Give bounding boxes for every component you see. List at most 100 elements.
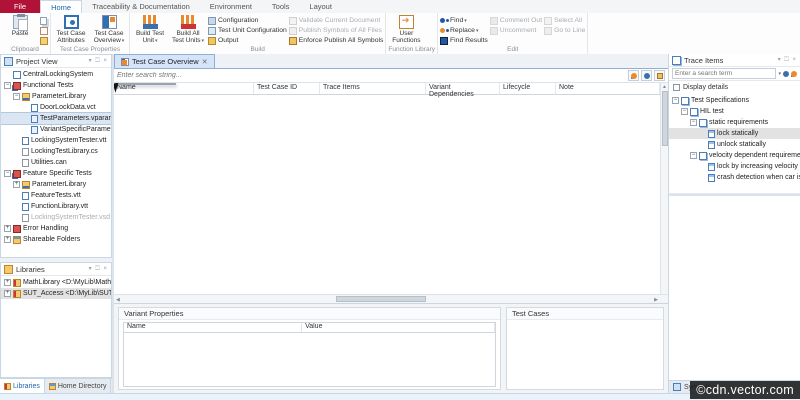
- tree-item[interactable]: −LockingSystemTester.vsd: [1, 212, 111, 223]
- tree-item[interactable]: +Error Handling: [1, 223, 111, 234]
- close-tab-icon[interactable]: ✕: [202, 58, 208, 66]
- horizontal-scrollbar[interactable]: ◀ ▶: [114, 294, 668, 303]
- search-options-button[interactable]: [654, 70, 665, 81]
- col-trace-items[interactable]: Trace Items: [320, 83, 426, 94]
- tree-item[interactable]: −HIL test: [669, 106, 800, 117]
- expand-icon[interactable]: +: [13, 181, 20, 188]
- search-up-icon[interactable]: [791, 71, 797, 77]
- panel-buttons[interactable]: ▾ ⏍ ×: [89, 265, 108, 273]
- copy-icon: [40, 17, 47, 25]
- enforce-publish-button[interactable]: Enforce Publish All Symbols: [289, 36, 384, 45]
- publish-symbols-button[interactable]: Publish Symbols of All Files: [289, 26, 384, 35]
- replace-button[interactable]: Replace▾: [440, 26, 488, 35]
- tree-item[interactable]: +Shareable Folders: [1, 234, 111, 245]
- build-all-test-units-button[interactable]: Build All Test Units▾: [170, 14, 206, 45]
- col-variant-dependencies[interactable]: Variant Dependencies: [426, 83, 500, 94]
- collapse-icon[interactable]: −: [4, 170, 11, 177]
- test-case-overview-button[interactable]: Test Case Overview▾: [91, 14, 127, 45]
- ribbon-tab-file[interactable]: File: [0, 0, 40, 13]
- tree-item[interactable]: −LockingTestLibrary.cs: [1, 146, 111, 157]
- tree-item[interactable]: −Test Specifications: [669, 95, 800, 106]
- collapse-icon[interactable]: −: [13, 93, 20, 100]
- expand-icon[interactable]: +: [4, 236, 11, 243]
- uncomment-button[interactable]: Uncomment: [490, 26, 542, 35]
- tree-item[interactable]: +ParameterLibrary: [1, 179, 111, 190]
- tab-libraries[interactable]: Libraries: [0, 379, 45, 393]
- test-case-attributes-button[interactable]: Test Case Attributes: [53, 14, 89, 45]
- test-cases-title: Test Cases: [507, 308, 663, 320]
- tree-item[interactable]: −Feature Specific Tests: [1, 168, 111, 179]
- tree-item[interactable]: −DoorLockData.vct: [1, 102, 111, 113]
- tree-item[interactable]: −CentralLockingSystem: [1, 69, 111, 80]
- tree-item[interactable]: −crash detection when car is moving: [669, 172, 800, 183]
- tree-item[interactable]: −FeatureTests.vtt: [1, 190, 111, 201]
- validate-current-document-button[interactable]: Validate Current Document: [289, 16, 384, 25]
- col-variant-name[interactable]: Name: [124, 323, 302, 332]
- build-test-unit-button[interactable]: Build Test Unit▾: [132, 14, 168, 45]
- cut-button[interactable]: [40, 26, 48, 35]
- collapse-icon[interactable]: −: [690, 119, 697, 126]
- center-column: Test Case Overview ✕ Name Test Case ID T…: [114, 54, 668, 393]
- tree-item[interactable]: −lock statically: [669, 128, 800, 139]
- scrollbar-thumb[interactable]: [336, 296, 426, 302]
- tab-home-directory[interactable]: Home Directory: [45, 379, 112, 393]
- tree-item[interactable]: −ParameterLibrary: [1, 91, 111, 102]
- find-button[interactable]: Find▾: [440, 16, 488, 25]
- vertical-scrollbar[interactable]: ▲ ▼: [660, 83, 668, 303]
- search-input[interactable]: [117, 72, 626, 79]
- collapse-icon[interactable]: −: [4, 82, 11, 89]
- ribbon-tab-home[interactable]: Home: [40, 0, 82, 13]
- find-next-button[interactable]: [628, 70, 639, 81]
- format-painter-button[interactable]: [40, 36, 48, 45]
- tree-item[interactable]: +SUT_Access <D:\MyLib\SUT_Ac...: [1, 288, 111, 299]
- tree-item[interactable]: −TestParameters.vparam: [1, 113, 111, 124]
- col-test-case-id[interactable]: Test Case ID: [254, 83, 320, 94]
- tree-item[interactable]: −LockingSystemTester.vtt: [1, 135, 111, 146]
- test-unit-configuration-button[interactable]: Test Unit Configuration: [208, 26, 287, 35]
- group-label-edit: Edit: [440, 45, 585, 54]
- ribbon-tab-traceability-documentation[interactable]: Traceability & Documentation: [82, 0, 200, 13]
- tab-test-case-overview[interactable]: Test Case Overview ✕: [114, 54, 215, 68]
- expand-icon[interactable]: +: [4, 279, 11, 286]
- tree-item[interactable]: −FunctionLibrary.vtt: [1, 201, 111, 212]
- find-results-button[interactable]: Find Results: [440, 36, 488, 45]
- tree-item[interactable]: −velocity dependent requirements: [669, 150, 800, 161]
- collapse-icon[interactable]: −: [690, 152, 697, 159]
- col-note[interactable]: Note: [556, 83, 660, 94]
- tree-item[interactable]: −lock by increasing velocity: [669, 161, 800, 172]
- tree-item[interactable]: −VariantSpecificParameter...: [1, 124, 111, 135]
- copy-button[interactable]: [40, 16, 48, 25]
- collapse-icon[interactable]: −: [681, 108, 688, 115]
- find-all-button[interactable]: [641, 70, 652, 81]
- ribbon-tab-tools[interactable]: Tools: [262, 0, 300, 13]
- select-all-button[interactable]: Select All: [544, 16, 585, 25]
- goto-line-button[interactable]: Go to Line: [544, 26, 585, 35]
- trace-search-input[interactable]: [672, 68, 776, 79]
- tree-item[interactable]: −unlock statically: [669, 139, 800, 150]
- scrollbar-thumb[interactable]: [662, 91, 668, 146]
- comment-out-button[interactable]: Comment Out: [490, 16, 542, 25]
- tree-item[interactable]: −Utilities.can: [1, 157, 111, 168]
- collapse-icon[interactable]: −: [672, 97, 679, 104]
- col-lifecycle[interactable]: Lifecycle: [500, 83, 556, 94]
- paste-button[interactable]: Paste: [2, 14, 38, 45]
- ribbon-tab-layout[interactable]: Layout: [299, 0, 342, 13]
- panel-buttons[interactable]: ▾ ⏍ ×: [89, 57, 108, 65]
- proj-icon: [13, 71, 21, 79]
- tree-item[interactable]: −Functional Tests: [1, 80, 111, 91]
- tree-item[interactable]: +MathLibrary <D:\MyLib\MathLibr...: [1, 277, 111, 288]
- tree-item[interactable]: −static requirements: [669, 117, 800, 128]
- display-details-checkbox[interactable]: [673, 84, 680, 91]
- configuration-button[interactable]: Configuration: [208, 16, 287, 25]
- expand-icon[interactable]: +: [4, 225, 11, 232]
- symbols-icon: [673, 383, 681, 391]
- panel-buttons[interactable]: ▾ ⏍ ×: [778, 56, 797, 64]
- expand-icon[interactable]: +: [4, 290, 11, 297]
- tree-item-label: CentralLockingSystem: [23, 71, 93, 78]
- chevron-down-icon[interactable]: ▾: [778, 71, 781, 77]
- output-button[interactable]: Output: [208, 36, 287, 45]
- ribbon-tab-environment[interactable]: Environment: [200, 0, 262, 13]
- col-variant-value[interactable]: Value: [302, 323, 495, 332]
- user-functions-button[interactable]: User Functions: [388, 14, 424, 45]
- search-down-icon[interactable]: [783, 71, 789, 77]
